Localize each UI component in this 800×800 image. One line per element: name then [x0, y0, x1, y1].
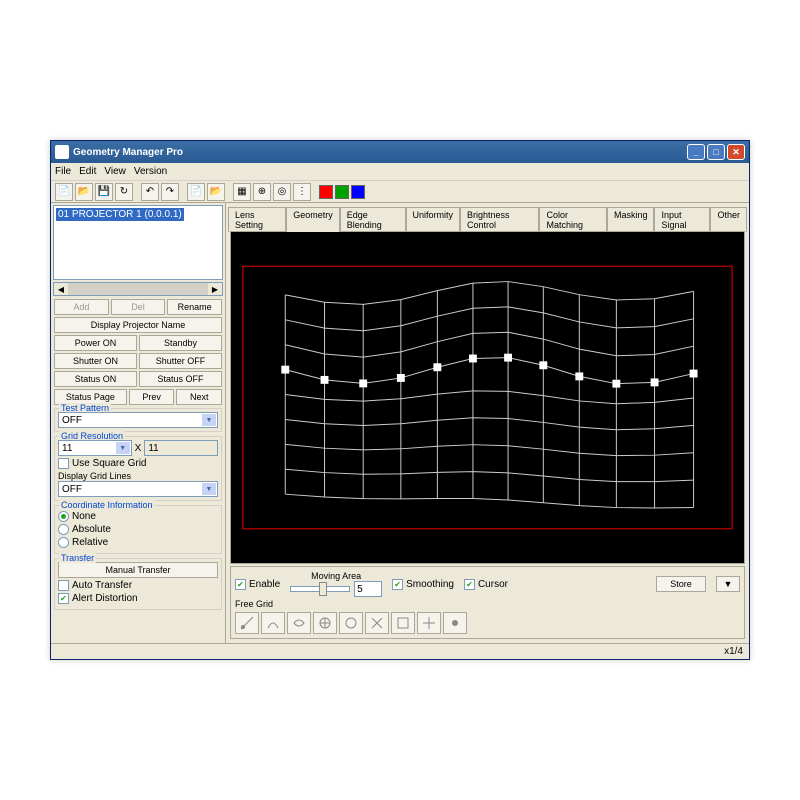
tab-color-matching[interactable]: Color Matching: [539, 207, 607, 232]
left-panel: 01 PROJECTOR 1 (0.0.0.1) ◀ ▶ Add Del Ren…: [51, 203, 226, 643]
fg-tool-4[interactable]: [313, 612, 337, 634]
tb-undo-icon[interactable]: ↶: [141, 183, 159, 201]
toolbar: 📄 📂 💾 ↻ ↶ ↷ 📄 📂 ▦ ⊕ ◎ ⋮: [51, 181, 749, 203]
tab-edge-blending[interactable]: Edge Blending: [340, 207, 406, 232]
menu-view[interactable]: View: [104, 166, 126, 177]
fg-tool-7[interactable]: [391, 612, 415, 634]
power-on-button[interactable]: Power ON: [54, 335, 137, 351]
grid-resolution-group: Grid Resolution 11▼ X 11 Use Square Grid…: [54, 436, 222, 501]
smoothing-checkbox[interactable]: ✔Smoothing: [392, 579, 454, 590]
free-grid-toolbar: [235, 612, 740, 634]
enable-checkbox[interactable]: ✔Enable: [235, 579, 280, 590]
prev-button[interactable]: Prev: [129, 389, 175, 405]
scroll-left-icon[interactable]: ◀: [54, 283, 68, 295]
tb-doc-icon[interactable]: 📄: [187, 183, 205, 201]
close-button[interactable]: ✕: [727, 144, 745, 160]
shutter-off-button[interactable]: Shutter OFF: [139, 353, 222, 369]
tb-new-icon[interactable]: 📄: [55, 183, 73, 201]
menu-version[interactable]: Version: [134, 166, 167, 177]
color-swatch-red[interactable]: [319, 185, 333, 199]
del-button[interactable]: Del: [111, 299, 166, 315]
app-title: Geometry Manager Pro: [73, 147, 183, 158]
alert-distortion-checkbox[interactable]: ✔Alert Distortion: [58, 593, 218, 604]
color-swatch-blue[interactable]: [351, 185, 365, 199]
menu-file[interactable]: File: [55, 166, 71, 177]
display-grid-lines-select[interactable]: OFF▼: [58, 481, 218, 497]
list-item[interactable]: 01 PROJECTOR 1 (0.0.0.1): [56, 208, 184, 221]
grid-x-select[interactable]: 11▼: [58, 440, 132, 456]
fg-tool-3[interactable]: [287, 612, 311, 634]
scroll-right-icon[interactable]: ▶: [208, 283, 222, 295]
tb-target-icon[interactable]: ⊕: [253, 183, 271, 201]
list-scrollbar[interactable]: ◀ ▶: [53, 282, 223, 296]
app-icon: [55, 145, 69, 159]
tab-input-signal[interactable]: Input Signal: [654, 207, 710, 232]
status-on-button[interactable]: Status ON: [54, 371, 137, 387]
next-button[interactable]: Next: [176, 389, 222, 405]
tb-redo-icon[interactable]: ↷: [161, 183, 179, 201]
transfer-group: Transfer Manual Transfer Auto Transfer ✔…: [54, 558, 222, 610]
tab-lens-setting[interactable]: Lens Setting: [228, 207, 286, 232]
coord-absolute-radio[interactable]: Absolute: [58, 524, 218, 535]
minimize-button[interactable]: _: [687, 144, 705, 160]
fg-tool-5[interactable]: [339, 612, 363, 634]
fg-tool-1[interactable]: [235, 612, 259, 634]
fg-tool-8[interactable]: [417, 612, 441, 634]
statusbar: x1/4: [51, 643, 749, 659]
zoom-label: x1/4: [724, 646, 743, 657]
menubar: File Edit View Version: [51, 163, 749, 181]
fg-tool-9[interactable]: [443, 612, 467, 634]
maximize-button[interactable]: □: [707, 144, 725, 160]
store-menu-button[interactable]: ▼: [716, 576, 740, 592]
tb-refresh-icon[interactable]: ↻: [115, 183, 133, 201]
tab-brightness-control[interactable]: Brightness Control: [460, 207, 539, 232]
tab-masking[interactable]: Masking: [607, 207, 655, 232]
test-pattern-group: Test Pattern OFF ▼: [54, 408, 222, 432]
tab-other[interactable]: Other: [710, 207, 747, 232]
display-projector-name-button[interactable]: Display Projector Name: [54, 317, 222, 333]
chevron-down-icon: ▼: [202, 414, 216, 426]
color-swatch-green[interactable]: [335, 185, 349, 199]
tb-circle-icon[interactable]: ◎: [273, 183, 291, 201]
auto-transfer-checkbox[interactable]: Auto Transfer: [58, 580, 218, 591]
cursor-checkbox[interactable]: ✔Cursor: [464, 579, 508, 590]
tab-geometry[interactable]: Geometry: [286, 207, 340, 232]
app-window: Geometry Manager Pro _ □ ✕ File Edit Vie…: [50, 140, 750, 660]
coord-relative-radio[interactable]: Relative: [58, 537, 218, 548]
geometry-preview[interactable]: [230, 231, 745, 564]
shutter-on-button[interactable]: Shutter ON: [54, 353, 137, 369]
titlebar: Geometry Manager Pro _ □ ✕: [51, 141, 749, 163]
menu-edit[interactable]: Edit: [79, 166, 96, 177]
fg-tool-6[interactable]: [365, 612, 389, 634]
status-off-button[interactable]: Status OFF: [139, 371, 222, 387]
use-square-grid-checkbox[interactable]: Use Square Grid: [58, 458, 218, 469]
tb-open-icon[interactable]: 📂: [75, 183, 93, 201]
grid-y-field[interactable]: 11: [144, 440, 218, 456]
right-panel: Lens SettingGeometryEdge BlendingUniform…: [226, 203, 749, 643]
tab-bar: Lens SettingGeometryEdge BlendingUniform…: [226, 203, 749, 231]
fg-tool-2[interactable]: [261, 612, 285, 634]
tb-save-icon[interactable]: 💾: [95, 183, 113, 201]
tb-dots-icon[interactable]: ⋮: [293, 183, 311, 201]
add-button[interactable]: Add: [54, 299, 109, 315]
store-button[interactable]: Store: [656, 576, 706, 592]
tb-grid-icon[interactable]: ▦: [233, 183, 251, 201]
moving-area-slider[interactable]: [290, 586, 350, 592]
test-pattern-select[interactable]: OFF ▼: [58, 412, 218, 428]
rename-button[interactable]: Rename: [167, 299, 222, 315]
coord-none-radio[interactable]: None: [58, 511, 218, 522]
tb-folder-icon[interactable]: 📂: [207, 183, 225, 201]
manual-transfer-button[interactable]: Manual Transfer: [58, 562, 218, 578]
projector-list[interactable]: 01 PROJECTOR 1 (0.0.0.1): [53, 205, 223, 280]
moving-area-input[interactable]: 5: [354, 581, 382, 597]
tab-uniformity[interactable]: Uniformity: [406, 207, 461, 232]
standby-button[interactable]: Standby: [139, 335, 222, 351]
coord-info-group: Coordinate Information None Absolute Rel…: [54, 505, 222, 554]
bottom-panel: ✔Enable Moving Area 5 ✔Smoothing ✔Cursor…: [230, 566, 745, 639]
